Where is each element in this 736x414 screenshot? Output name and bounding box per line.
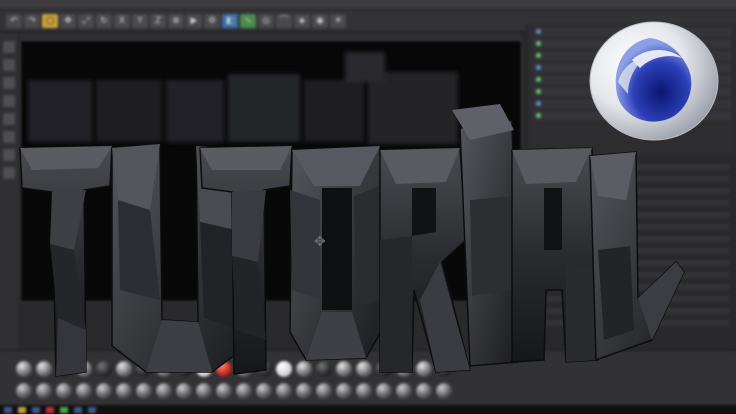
cinema-4d-logo	[589, 21, 719, 141]
